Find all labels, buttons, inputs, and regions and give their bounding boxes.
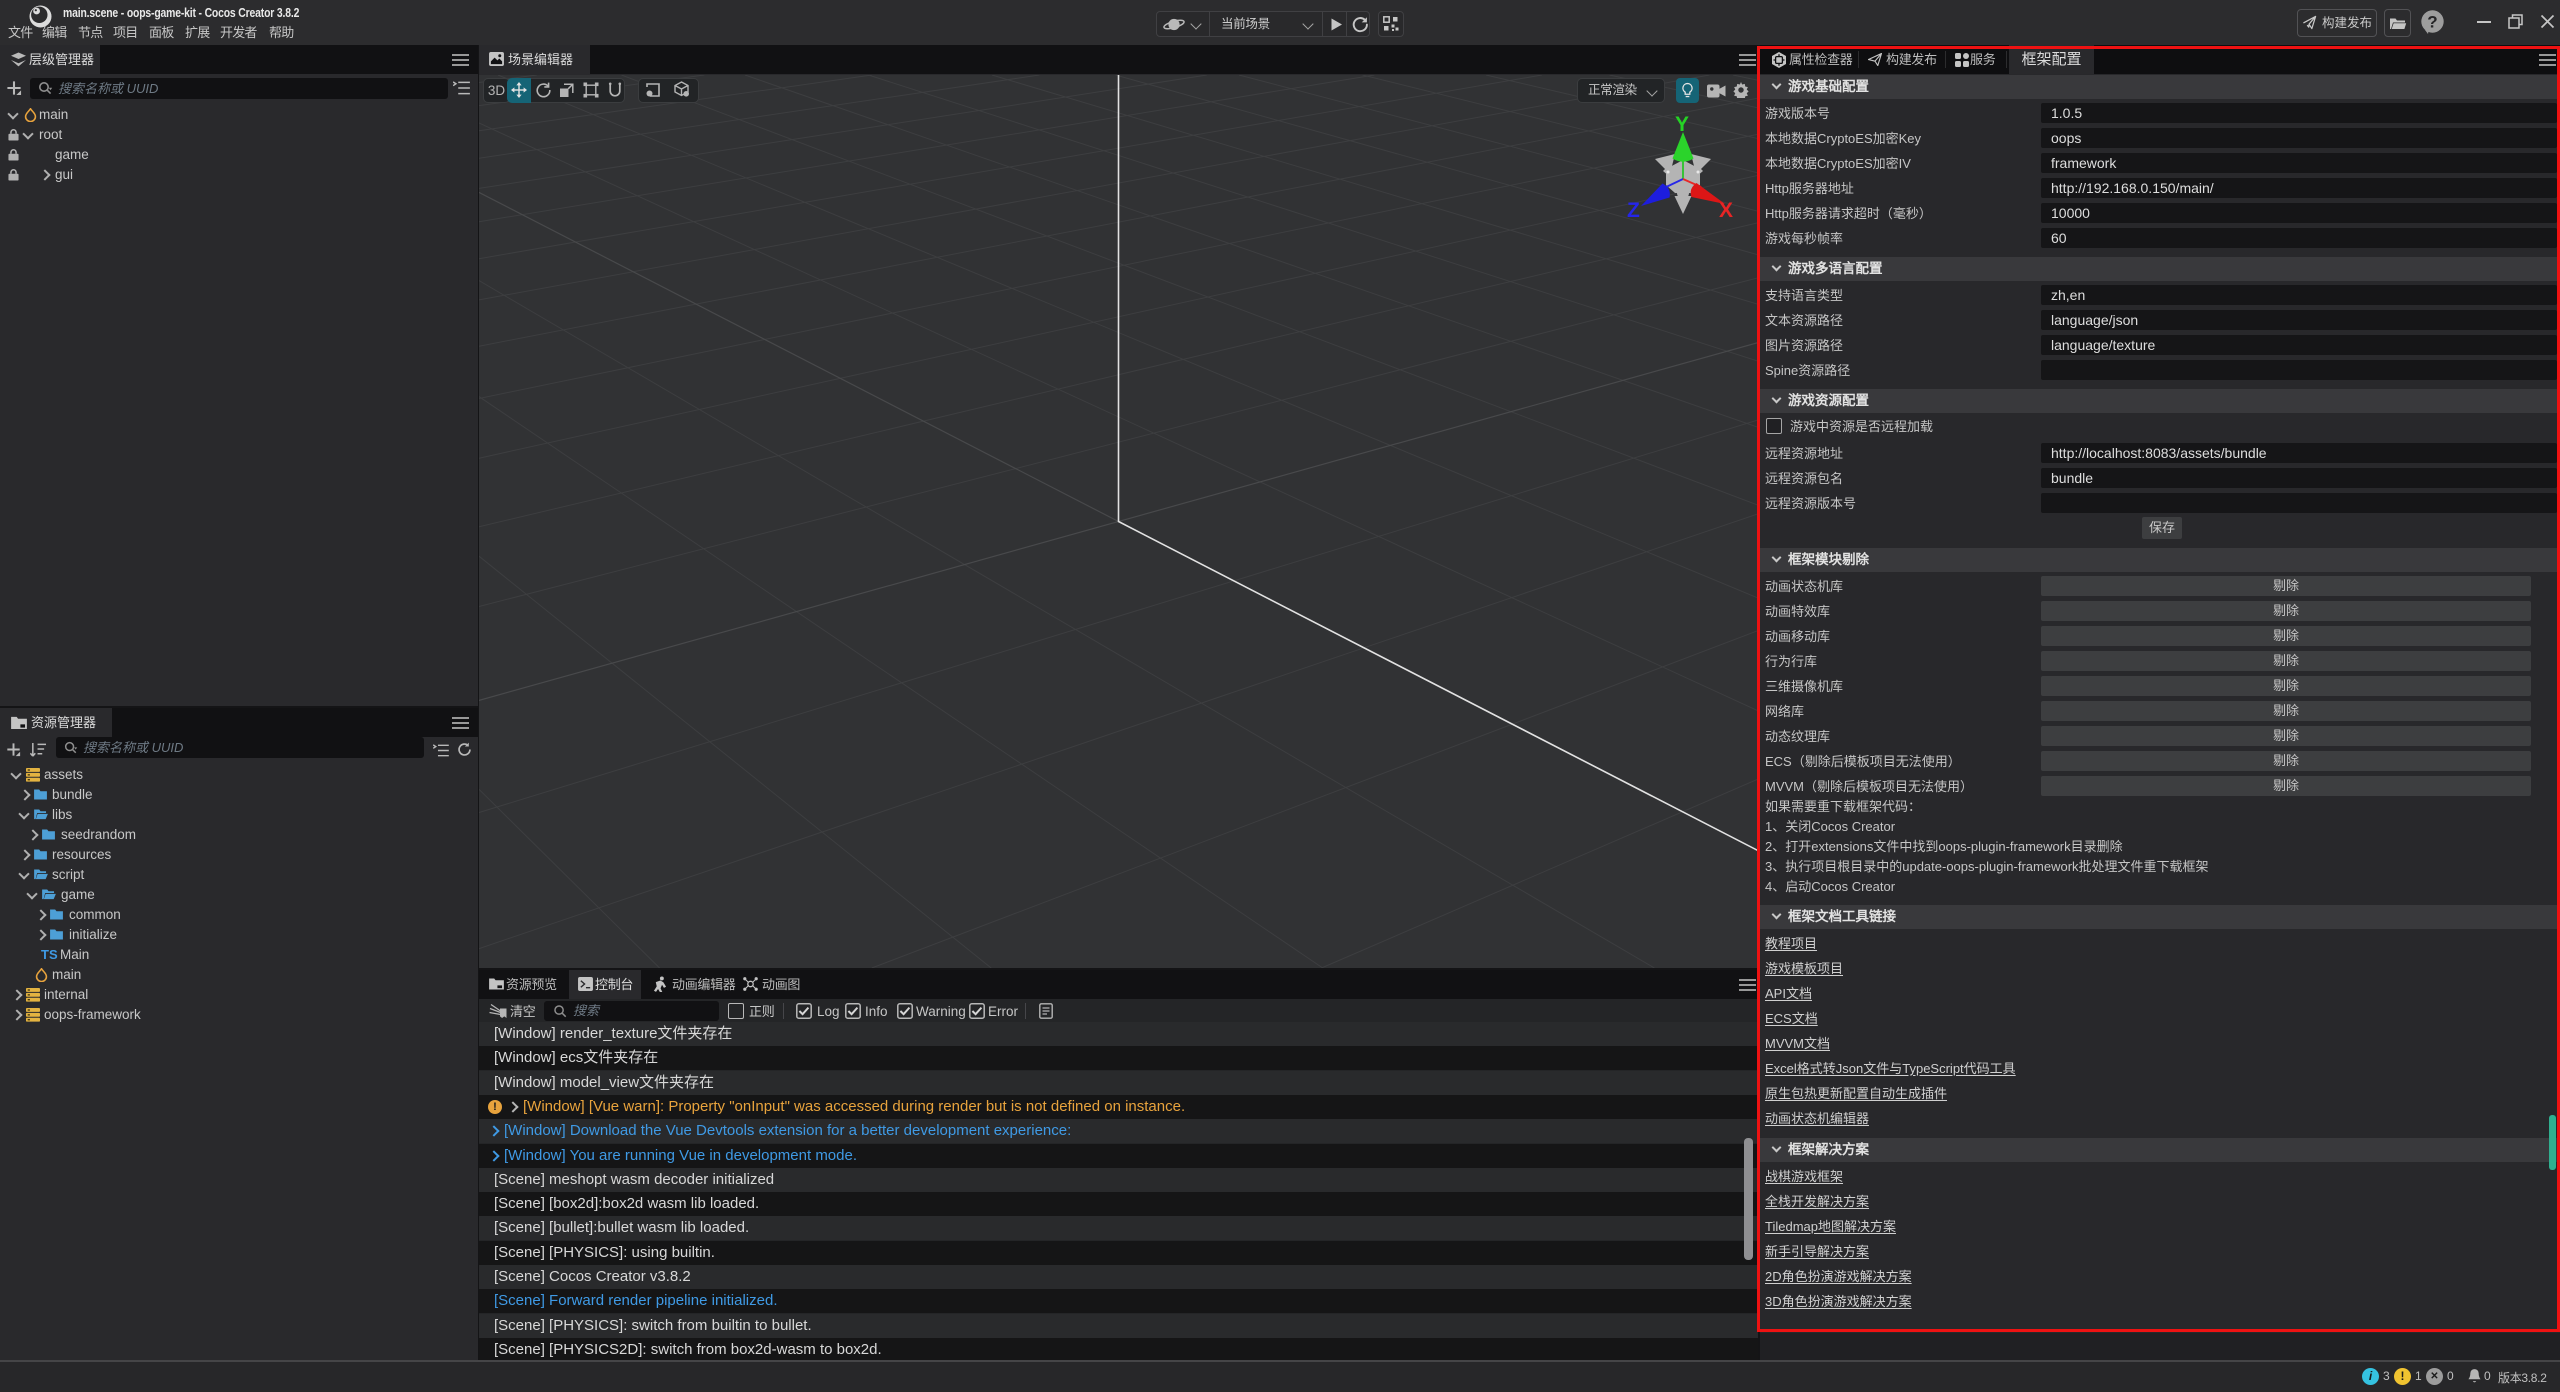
svg-text:?: ? (2427, 13, 2437, 32)
svg-text:Z: Z (1627, 199, 1640, 222)
svg-text:Y: Y (1675, 113, 1689, 136)
svg-text:X: X (1719, 199, 1733, 222)
